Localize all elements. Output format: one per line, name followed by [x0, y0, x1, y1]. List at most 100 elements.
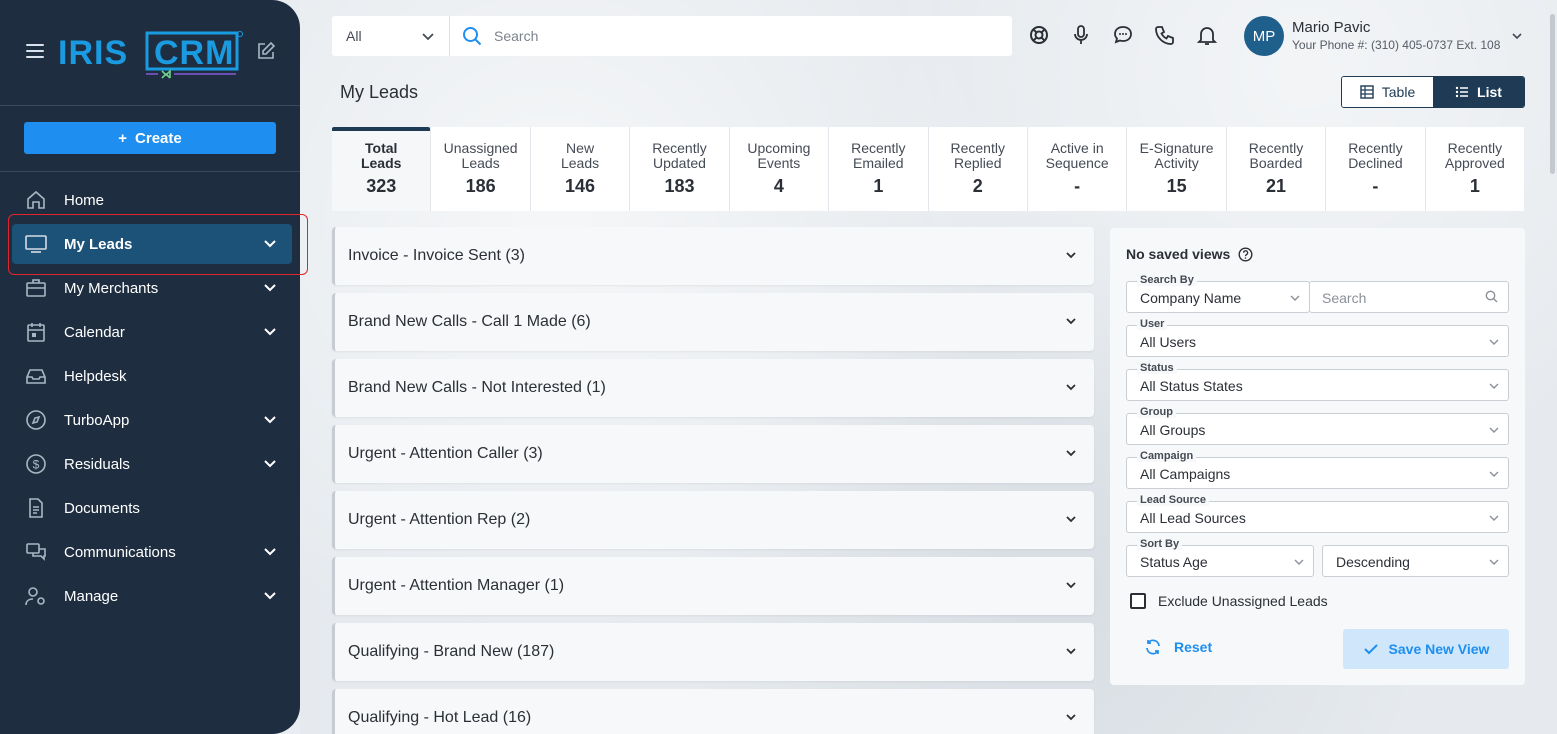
chevron-down-icon[interactable]	[262, 588, 278, 604]
field-value: Status Age	[1140, 554, 1208, 570]
page-title: My Leads	[340, 82, 419, 102]
sidebar-item-residuals[interactable]: $ Residuals	[0, 442, 300, 486]
chevron-down-icon[interactable]	[1064, 578, 1078, 592]
field-value: Company Name	[1140, 290, 1242, 306]
sidebar-nav: Home My Leads My Merchants Calendar Help…	[0, 178, 300, 618]
field-value: All Status States	[1140, 378, 1243, 394]
chat-icon[interactable]	[1112, 24, 1134, 46]
stat-esignature-activity[interactable]: E-Signature Activity 15	[1127, 127, 1227, 211]
stat-active-in-sequence[interactable]: Active in Sequence -	[1028, 127, 1128, 211]
reset-button[interactable]: Reset	[1144, 638, 1212, 656]
search-scope-select[interactable]: All	[332, 16, 450, 56]
microphone-icon[interactable]	[1070, 24, 1092, 46]
lead-group-row[interactable]: Urgent - Attention Rep (2)	[332, 491, 1094, 549]
search-by-select[interactable]: Search By Company Name	[1126, 274, 1310, 313]
stat-recently-emailed[interactable]: Recently Emailed 1	[829, 127, 929, 211]
user-menu[interactable]: MP Mario Pavic Your Phone #: (310) 405-0…	[1244, 16, 1534, 58]
stat-label: Recently Updated	[652, 140, 707, 171]
chevron-down-icon[interactable]	[262, 456, 278, 472]
chevron-down-icon[interactable]	[1064, 314, 1078, 328]
chevron-down-icon[interactable]	[1064, 710, 1078, 724]
lead-group-row[interactable]: Urgent - Attention Manager (1)	[332, 557, 1094, 615]
stat-unassigned-leads[interactable]: Unassigned Leads 186	[431, 127, 531, 211]
bell-icon[interactable]	[1196, 24, 1218, 46]
global-search-input[interactable]: Search	[450, 16, 1012, 56]
chevron-down-icon[interactable]	[262, 324, 278, 340]
save-new-view-button[interactable]: Save New View	[1343, 629, 1509, 669]
chevron-down-icon[interactable]	[1064, 446, 1078, 460]
sidebar-item-documents[interactable]: Documents	[0, 486, 300, 530]
chevron-down-icon[interactable]	[262, 544, 278, 560]
status-select[interactable]: Status All Status States	[1126, 362, 1509, 401]
stat-recently-approved[interactable]: Recently Approved 1	[1426, 127, 1524, 211]
stat-recently-declined[interactable]: Recently Declined -	[1326, 127, 1426, 211]
user-select[interactable]: User All Users	[1126, 318, 1509, 357]
phone-icon[interactable]	[1154, 24, 1176, 46]
help-circle-icon[interactable]	[1238, 246, 1253, 262]
sidebar-item-helpdesk[interactable]: Helpdesk	[0, 354, 300, 398]
stat-upcoming-events[interactable]: Upcoming Events 4	[730, 127, 830, 211]
lead-source-select[interactable]: Lead Source All Lead Sources	[1126, 494, 1509, 533]
lead-group-row[interactable]: Brand New Calls - Not Interested (1)	[332, 359, 1094, 417]
stat-value: 15	[1166, 176, 1187, 196]
chevron-down-icon	[1489, 427, 1499, 433]
exclude-unassigned-checkbox[interactable]	[1130, 593, 1146, 609]
sort-order-select[interactable]: Descending	[1322, 545, 1509, 577]
briefcase-icon	[24, 276, 48, 300]
list-icon	[1455, 86, 1469, 98]
search-placeholder: Search	[1322, 290, 1367, 306]
chevron-down-icon[interactable]	[1064, 380, 1078, 394]
sidebar-item-my-leads[interactable]: My Leads	[0, 222, 300, 266]
stat-recently-updated[interactable]: Recently Updated 183	[630, 127, 730, 211]
chevron-down-icon[interactable]	[262, 412, 278, 428]
group-select[interactable]: Group All Groups	[1126, 406, 1509, 445]
page-scrollbar[interactable]	[1547, 0, 1557, 734]
list-view-button[interactable]: List	[1433, 77, 1524, 107]
chevron-down-icon[interactable]	[1064, 512, 1078, 526]
stat-label: Upcoming Events	[747, 140, 811, 171]
chevron-down-icon[interactable]	[262, 280, 278, 296]
sidebar-item-communications[interactable]: Communications	[0, 530, 300, 574]
stat-recently-replied[interactable]: Recently Replied 2	[929, 127, 1028, 211]
lead-group-row[interactable]: Brand New Calls - Call 1 Made (6)	[332, 293, 1094, 351]
lifebuoy-icon[interactable]	[1028, 24, 1050, 46]
lead-group-row[interactable]: Invoice - Invoice Sent (3)	[332, 227, 1094, 285]
stat-recently-boarded[interactable]: Recently Boarded 21	[1227, 127, 1327, 211]
sidebar-item-calendar[interactable]: Calendar	[0, 310, 300, 354]
chevron-down-icon[interactable]	[262, 236, 278, 252]
user-name: Mario Pavic	[1292, 19, 1371, 36]
filter-search-input[interactable]: Search	[1309, 281, 1509, 313]
campaign-select[interactable]: Campaign All Campaigns	[1126, 450, 1509, 489]
create-section: + Create	[0, 106, 300, 172]
avatar[interactable]: MP	[1244, 16, 1284, 56]
sort-by-select[interactable]: Sort By Status Age	[1126, 538, 1314, 577]
lead-group-row[interactable]: Urgent - Attention Caller (3)	[332, 425, 1094, 483]
exclude-unassigned-row[interactable]: Exclude Unassigned Leads	[1130, 593, 1328, 609]
field-label: Campaign	[1137, 450, 1197, 462]
hamburger-menu-icon[interactable]	[26, 44, 44, 58]
sidebar-item-turboapp[interactable]: TurboApp	[0, 398, 300, 442]
sidebar-item-home[interactable]: Home	[0, 178, 300, 222]
chevron-down-icon[interactable]	[1064, 644, 1078, 658]
chevron-down-icon	[1489, 559, 1499, 565]
sidebar-item-label: My Merchants	[64, 279, 159, 297]
stat-total-leads[interactable]: Total Leads 323	[332, 127, 432, 211]
svg-text:$: $	[33, 458, 40, 472]
stat-new-leads[interactable]: New Leads 146	[531, 127, 631, 211]
chevron-down-icon[interactable]	[1064, 248, 1078, 262]
sidebar-item-my-merchants[interactable]: My Merchants	[0, 266, 300, 310]
view-toggle: Table List	[1341, 76, 1525, 108]
lead-group-row[interactable]: Qualifying - Hot Lead (16)	[332, 689, 1094, 734]
edit-icon[interactable]	[256, 41, 276, 61]
stat-label: Recently Approved	[1444, 140, 1505, 171]
sidebar-item-manage[interactable]: Manage	[0, 574, 300, 618]
create-button[interactable]: + Create	[24, 122, 276, 154]
inbox-icon	[24, 364, 48, 388]
table-view-button[interactable]: Table	[1342, 77, 1433, 107]
document-icon	[24, 496, 48, 520]
iris-crm-logo[interactable]: IRIS CRM	[58, 30, 244, 79]
chevron-down-icon[interactable]	[1510, 29, 1524, 43]
lead-group-row[interactable]: Qualifying - Brand New (187)	[332, 623, 1094, 681]
scrollbar-thumb[interactable]	[1550, 14, 1555, 174]
monitor-icon	[24, 232, 48, 256]
